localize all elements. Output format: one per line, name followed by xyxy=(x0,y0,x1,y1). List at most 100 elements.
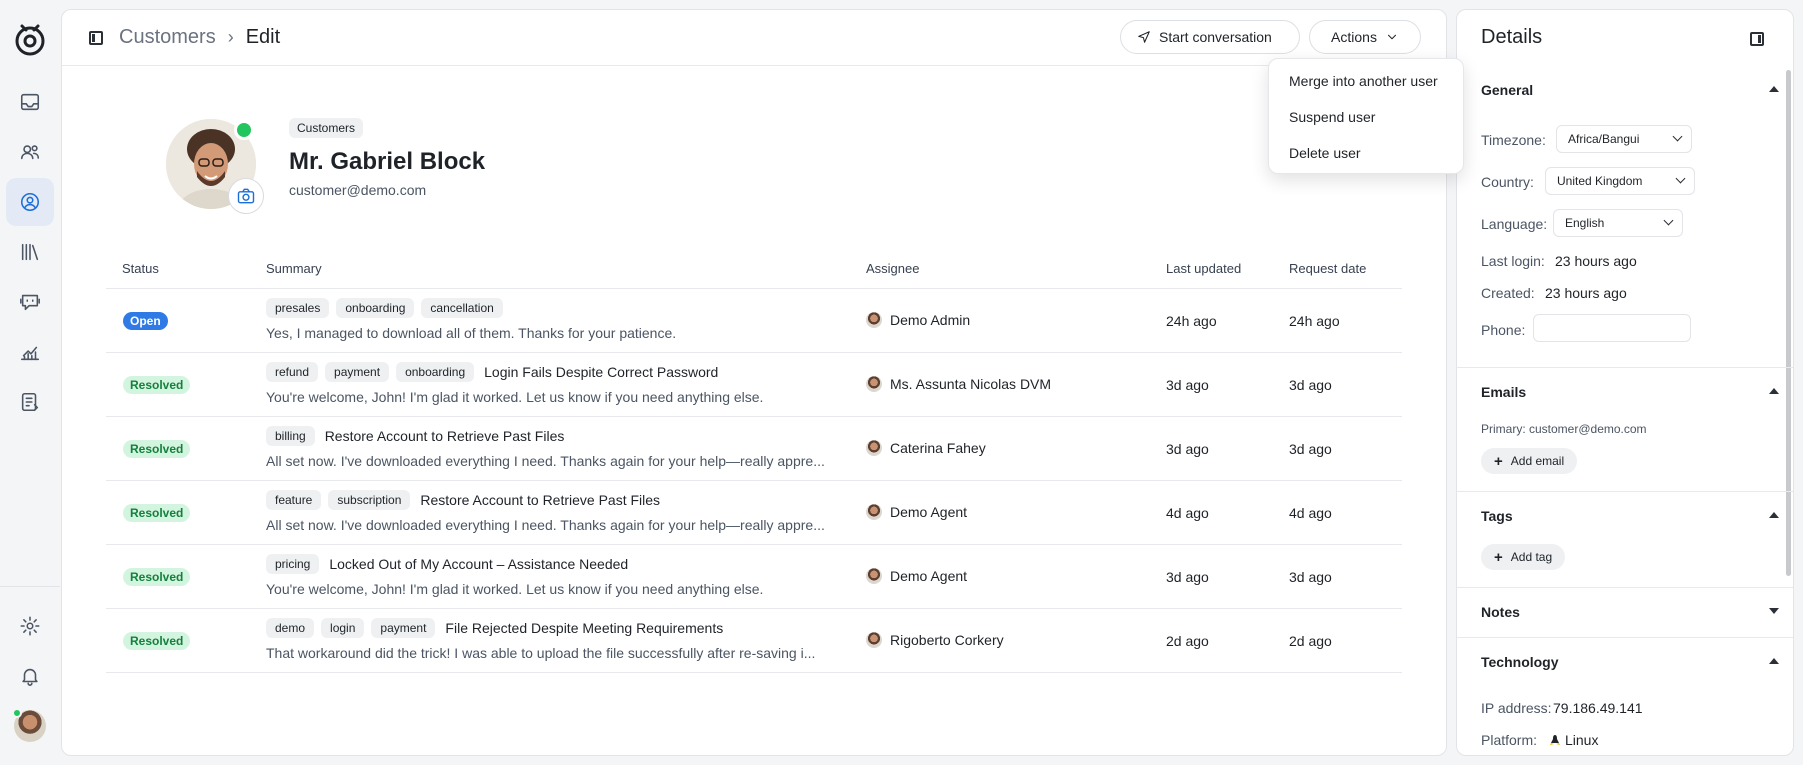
created-label: Created: xyxy=(1481,285,1535,301)
platform-label: Platform: xyxy=(1481,732,1538,748)
section-general[interactable]: General xyxy=(1481,82,1533,98)
gear-icon xyxy=(20,616,40,636)
customer-name: Mr. Gabriel Block xyxy=(289,148,486,175)
change-photo-button[interactable] xyxy=(228,178,264,214)
divider xyxy=(1457,491,1793,492)
current-user-online-dot xyxy=(12,708,22,718)
table-row[interactable]: Resolved billing Restore Account to Retr… xyxy=(106,417,1402,481)
menu-item-suspend[interactable]: Suspend user xyxy=(1269,99,1463,135)
table-header: Status Summary Assignee Last updated Req… xyxy=(106,255,1402,289)
chevron-up-icon[interactable] xyxy=(1769,658,1779,664)
table-row[interactable]: Resolved feature subscription Restore Ac… xyxy=(106,481,1402,545)
actions-button[interactable]: Actions xyxy=(1309,20,1421,54)
camera-icon xyxy=(237,188,255,204)
library-icon xyxy=(21,243,39,261)
status-badge: Resolved xyxy=(123,568,191,586)
status-badge: Resolved xyxy=(123,440,191,458)
add-email-label: Add email xyxy=(1510,454,1565,468)
table-row[interactable]: Resolved refund payment onboarding Login… xyxy=(106,353,1402,417)
inbox-icon xyxy=(20,93,40,111)
menu-item-delete[interactable]: Delete user xyxy=(1269,135,1463,171)
details-title: Details xyxy=(1481,26,1543,48)
row-last-updated: 3d ago xyxy=(1166,441,1209,457)
tag: login xyxy=(321,618,365,638)
ip-label: IP address: xyxy=(1481,700,1552,716)
last-login-label: Last login: xyxy=(1481,253,1545,269)
customer-online-dot xyxy=(234,120,254,140)
language-select[interactable]: English xyxy=(1553,209,1683,237)
col-status: Status xyxy=(122,261,159,276)
chevron-down-icon xyxy=(1387,34,1396,40)
tag: subscription xyxy=(328,490,411,510)
topbar: Customers › Edit Start conversation Acti… xyxy=(62,10,1446,66)
platform-value-wrap: Linux xyxy=(1549,732,1598,748)
assignee-name: Ms. Assunta Nicolas DVM xyxy=(890,376,1052,392)
country-value: United Kingdom xyxy=(1557,174,1643,188)
nav-tasks[interactable] xyxy=(6,378,54,426)
row-preview: You're welcome, John! I'm glad it worked… xyxy=(266,389,764,405)
table-row[interactable]: Open presales onboarding cancellation Ye… xyxy=(106,289,1402,353)
row-assignee: Ms. Assunta Nicolas DVM xyxy=(866,376,1051,392)
row-tags: refund payment onboarding Login Fails De… xyxy=(266,362,718,382)
assignee-name: Demo Admin xyxy=(890,312,971,328)
users-icon xyxy=(20,145,40,160)
nav-settings[interactable] xyxy=(6,602,54,650)
row-last-updated: 4d ago xyxy=(1166,505,1209,521)
plus-icon: + xyxy=(1494,548,1503,566)
section-emails[interactable]: Emails xyxy=(1481,384,1526,400)
add-tag-button[interactable]: + Add tag xyxy=(1481,544,1566,570)
chevron-down-icon[interactable] xyxy=(1769,608,1779,614)
collapse-panel-icon[interactable] xyxy=(1750,32,1764,46)
last-login-value: 23 hours ago xyxy=(1555,253,1637,269)
language-value: English xyxy=(1565,216,1605,230)
assignee-name: Rigoberto Corkery xyxy=(890,632,1004,648)
start-conversation-button[interactable]: Start conversation xyxy=(1120,20,1300,54)
platform-value: Linux xyxy=(1565,732,1599,748)
assignee-name: Caterina Fahey xyxy=(890,440,986,456)
breadcrumb-parent[interactable]: Customers xyxy=(119,26,216,49)
nav-users[interactable] xyxy=(6,128,54,176)
section-tags[interactable]: Tags xyxy=(1481,508,1513,524)
details-panel: Details General Timezone: Africa/Bangui … xyxy=(1456,9,1794,756)
menu-item-merge[interactable]: Merge into another user xyxy=(1269,63,1463,99)
nav-inbox[interactable] xyxy=(6,78,54,126)
details-scrollbar[interactable] xyxy=(1786,70,1791,576)
assignee-avatar xyxy=(866,312,882,328)
tag: refund xyxy=(266,362,319,382)
linux-icon xyxy=(1550,735,1560,745)
row-preview: All set now. I've downloaded everything … xyxy=(266,453,825,469)
nav-customers[interactable] xyxy=(6,178,54,226)
logo-icon[interactable] xyxy=(12,22,48,58)
table-row[interactable]: Resolved pricing Locked Out of My Accoun… xyxy=(106,545,1402,609)
add-tag-label: Add tag xyxy=(1510,550,1553,564)
nav-notifications[interactable] xyxy=(6,652,54,700)
table-row[interactable]: Resolved demo login payment File Rejecte… xyxy=(106,609,1402,673)
row-request-date: 4d ago xyxy=(1289,505,1332,521)
col-request-date: Request date xyxy=(1289,261,1367,276)
nav-bot[interactable] xyxy=(6,278,54,326)
phone-input[interactable] xyxy=(1533,314,1691,342)
col-assignee: Assignee xyxy=(866,261,920,276)
row-assignee: Demo Admin xyxy=(866,312,970,328)
section-notes[interactable]: Notes xyxy=(1481,604,1520,620)
assignee-avatar xyxy=(866,376,882,392)
row-preview: That workaround did the trick! I was abl… xyxy=(266,645,816,661)
row-tags: billing Restore Account to Retrieve Past… xyxy=(266,426,564,446)
tag: presales xyxy=(266,298,330,318)
nav-library[interactable] xyxy=(6,228,54,276)
timezone-select[interactable]: Africa/Bangui xyxy=(1556,125,1692,153)
section-technology[interactable]: Technology xyxy=(1481,654,1559,670)
row-request-date: 2d ago xyxy=(1289,633,1332,649)
breadcrumb-current: Edit xyxy=(245,26,281,48)
row-request-date: 24h ago xyxy=(1289,313,1340,329)
add-email-button[interactable]: + Add email xyxy=(1481,448,1578,474)
country-select[interactable]: United Kingdom xyxy=(1545,167,1695,195)
sidebar-toggle-icon[interactable] xyxy=(89,31,103,45)
chevron-up-icon[interactable] xyxy=(1769,512,1779,518)
row-last-updated: 2d ago xyxy=(1166,633,1209,649)
tag: onboarding xyxy=(396,362,475,382)
chevron-up-icon[interactable] xyxy=(1769,388,1779,394)
chevron-up-icon[interactable] xyxy=(1769,86,1779,92)
chart-icon xyxy=(20,346,40,361)
nav-reports[interactable] xyxy=(6,328,54,376)
